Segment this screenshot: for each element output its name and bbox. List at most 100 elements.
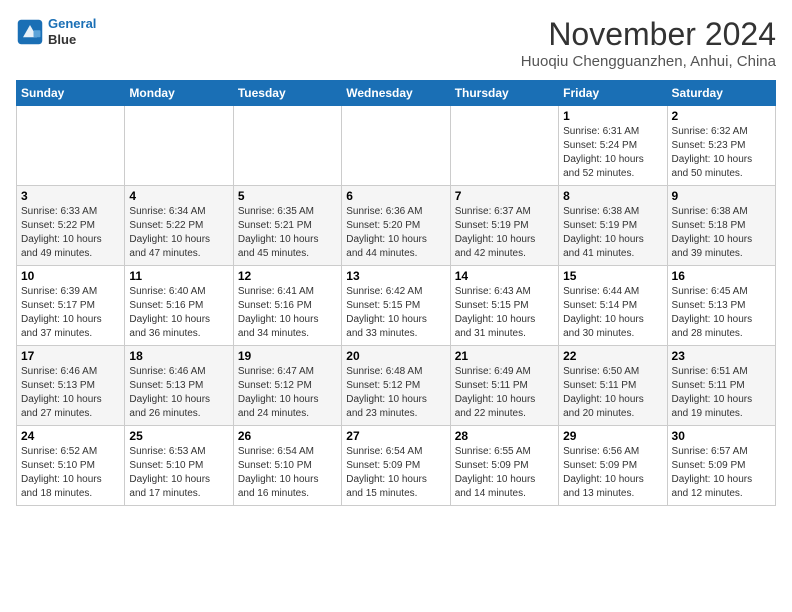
calendar-cell: 13 Sunrise: 6:42 AMSunset: 5:15 PMDayligh…: [342, 266, 450, 346]
calendar-cell: 11Sunrise: 6:40 AMSunset: 5:16 PMDayligh…: [125, 266, 233, 346]
day-number: 30: [672, 429, 771, 443]
day-number: 19: [238, 349, 337, 363]
day-number: 8: [563, 189, 662, 203]
day-number: 16: [672, 269, 771, 283]
day-info: Sunrise: 6:53 AMSunset: 5:10 PMDaylight:…: [129, 445, 228, 501]
weekday-header: Friday: [559, 81, 667, 106]
day-number: 24: [21, 429, 120, 443]
calendar-header-row: SundayMondayTuesdayWednesdayThursdayFrid…: [17, 81, 776, 106]
calendar-cell: 19 Sunrise: 6:47 AMSunset: 5:12 PMDayligh…: [233, 346, 341, 426]
calendar-cell: 8 Sunrise: 6:38 AMSunset: 5:19 PMDaylight…: [559, 186, 667, 266]
day-number: 28: [455, 429, 554, 443]
day-number: 3: [21, 189, 120, 203]
day-info: Sunrise: 6:52 AMSunset: 5:10 PMDaylight:…: [21, 445, 120, 501]
day-info: Sunrise: 6:54 AMSunset: 5:09 PMDaylight:…: [346, 445, 445, 501]
day-info: Sunrise: 6:32 AMSunset: 5:23 PMDaylight:…: [672, 125, 771, 181]
day-info: Sunrise: 6:44 AMSunset: 5:14 PMDaylight:…: [563, 285, 662, 341]
calendar-week-row: 24 Sunrise: 6:52 AMSunset: 5:10 PMDayligh…: [17, 426, 776, 506]
logo-icon: [16, 18, 44, 46]
day-number: 29: [563, 429, 662, 443]
day-number: 11: [129, 269, 228, 283]
day-info: Sunrise: 6:39 AMSunset: 5:17 PMDaylight:…: [21, 285, 120, 341]
calendar-cell: [233, 106, 341, 186]
day-info: Sunrise: 6:46 AMSunset: 5:13 PMDaylight:…: [129, 365, 228, 421]
day-number: 18: [129, 349, 228, 363]
calendar-cell: 5Sunrise: 6:35 AMSunset: 5:21 PMDaylight…: [233, 186, 341, 266]
day-number: 23: [672, 349, 771, 363]
day-info: Sunrise: 6:31 AMSunset: 5:24 PMDaylight:…: [563, 125, 662, 181]
calendar-week-row: 17 Sunrise: 6:46 AMSunset: 5:13 PMDayligh…: [17, 346, 776, 426]
calendar-cell: 2Sunrise: 6:32 AMSunset: 5:23 PMDaylight…: [667, 106, 775, 186]
month-title: November 2024: [521, 16, 776, 53]
calendar-cell: 21 Sunrise: 6:49 AMSunset: 5:11 PMDayligh…: [450, 346, 558, 426]
page-header: General Blue November 2024 Huoqiu Chengg…: [16, 16, 776, 70]
day-info: Sunrise: 6:55 AMSunset: 5:09 PMDaylight:…: [455, 445, 554, 501]
weekday-header: Saturday: [667, 81, 775, 106]
day-number: 21: [455, 349, 554, 363]
day-number: 15: [563, 269, 662, 283]
calendar-cell: 27Sunrise: 6:54 AMSunset: 5:09 PMDayligh…: [342, 426, 450, 506]
day-info: Sunrise: 6:43 AMSunset: 5:15 PMDaylight:…: [455, 285, 554, 341]
calendar-cell: 12Sunrise: 6:41 AMSunset: 5:16 PMDayligh…: [233, 266, 341, 346]
calendar-cell: 7Sunrise: 6:37 AMSunset: 5:19 PMDaylight…: [450, 186, 558, 266]
calendar-cell: 14 Sunrise: 6:43 AMSunset: 5:15 PMDayligh…: [450, 266, 558, 346]
location: Huoqiu Chengguanzhen, Anhui, China: [521, 53, 776, 70]
day-info: Sunrise: 6:50 AMSunset: 5:11 PMDaylight:…: [563, 365, 662, 421]
calendar-cell: 6 Sunrise: 6:36 AMSunset: 5:20 PMDaylight…: [342, 186, 450, 266]
calendar-cell: 20Sunrise: 6:48 AMSunset: 5:12 PMDayligh…: [342, 346, 450, 426]
calendar-cell: 15 Sunrise: 6:44 AMSunset: 5:14 PMDayligh…: [559, 266, 667, 346]
day-number: 14: [455, 269, 554, 283]
day-info: Sunrise: 6:38 AMSunset: 5:18 PMDaylight:…: [672, 205, 771, 261]
calendar-week-row: 1Sunrise: 6:31 AMSunset: 5:24 PMDaylight…: [17, 106, 776, 186]
calendar-cell: 26 Sunrise: 6:54 AMSunset: 5:10 PMDayligh…: [233, 426, 341, 506]
day-number: 5: [238, 189, 337, 203]
calendar-cell: 3Sunrise: 6:33 AMSunset: 5:22 PMDaylight…: [17, 186, 125, 266]
day-info: Sunrise: 6:42 AMSunset: 5:15 PMDaylight:…: [346, 285, 445, 341]
day-info: Sunrise: 6:36 AMSunset: 5:20 PMDaylight:…: [346, 205, 445, 261]
calendar-cell: [450, 106, 558, 186]
day-info: Sunrise: 6:38 AMSunset: 5:19 PMDaylight:…: [563, 205, 662, 261]
logo: General Blue: [16, 16, 96, 47]
calendar-cell: 22Sunrise: 6:50 AMSunset: 5:11 PMDayligh…: [559, 346, 667, 426]
day-number: 25: [129, 429, 228, 443]
calendar-cell: 28 Sunrise: 6:55 AMSunset: 5:09 PMDayligh…: [450, 426, 558, 506]
day-info: Sunrise: 6:57 AMSunset: 5:09 PMDaylight:…: [672, 445, 771, 501]
day-info: Sunrise: 6:47 AMSunset: 5:12 PMDaylight:…: [238, 365, 337, 421]
day-info: Sunrise: 6:56 AMSunset: 5:09 PMDaylight:…: [563, 445, 662, 501]
weekday-header: Thursday: [450, 81, 558, 106]
day-number: 20: [346, 349, 445, 363]
calendar-cell: 9 Sunrise: 6:38 AMSunset: 5:18 PMDaylight…: [667, 186, 775, 266]
day-info: Sunrise: 6:34 AMSunset: 5:22 PMDaylight:…: [129, 205, 228, 261]
calendar-cell: 23 Sunrise: 6:51 AMSunset: 5:11 PMDayligh…: [667, 346, 775, 426]
day-info: Sunrise: 6:37 AMSunset: 5:19 PMDaylight:…: [455, 205, 554, 261]
day-number: 9: [672, 189, 771, 203]
day-info: Sunrise: 6:49 AMSunset: 5:11 PMDaylight:…: [455, 365, 554, 421]
logo-line2: Blue: [48, 32, 96, 48]
day-info: Sunrise: 6:51 AMSunset: 5:11 PMDaylight:…: [672, 365, 771, 421]
weekday-header: Monday: [125, 81, 233, 106]
calendar-cell: [125, 106, 233, 186]
calendar-cell: 29 Sunrise: 6:56 AMSunset: 5:09 PMDayligh…: [559, 426, 667, 506]
title-block: November 2024 Huoqiu Chengguanzhen, Anhu…: [521, 16, 776, 70]
weekday-header: Sunday: [17, 81, 125, 106]
day-info: Sunrise: 6:46 AMSunset: 5:13 PMDaylight:…: [21, 365, 120, 421]
day-number: 17: [21, 349, 120, 363]
day-number: 4: [129, 189, 228, 203]
calendar-cell: [17, 106, 125, 186]
day-number: 26: [238, 429, 337, 443]
day-info: Sunrise: 6:54 AMSunset: 5:10 PMDaylight:…: [238, 445, 337, 501]
calendar-cell: 1Sunrise: 6:31 AMSunset: 5:24 PMDaylight…: [559, 106, 667, 186]
day-number: 13: [346, 269, 445, 283]
calendar-week-row: 10 Sunrise: 6:39 AMSunset: 5:17 PMDayligh…: [17, 266, 776, 346]
day-number: 6: [346, 189, 445, 203]
calendar: SundayMondayTuesdayWednesdayThursdayFrid…: [16, 80, 776, 506]
calendar-cell: 30 Sunrise: 6:57 AMSunset: 5:09 PMDayligh…: [667, 426, 775, 506]
calendar-cell: 4 Sunrise: 6:34 AMSunset: 5:22 PMDaylight…: [125, 186, 233, 266]
calendar-cell: 10 Sunrise: 6:39 AMSunset: 5:17 PMDayligh…: [17, 266, 125, 346]
logo-line1: General: [48, 16, 96, 31]
day-info: Sunrise: 6:41 AMSunset: 5:16 PMDaylight:…: [238, 285, 337, 341]
weekday-header: Wednesday: [342, 81, 450, 106]
logo-text: General Blue: [48, 16, 96, 47]
calendar-cell: 16Sunrise: 6:45 AMSunset: 5:13 PMDayligh…: [667, 266, 775, 346]
day-number: 10: [21, 269, 120, 283]
